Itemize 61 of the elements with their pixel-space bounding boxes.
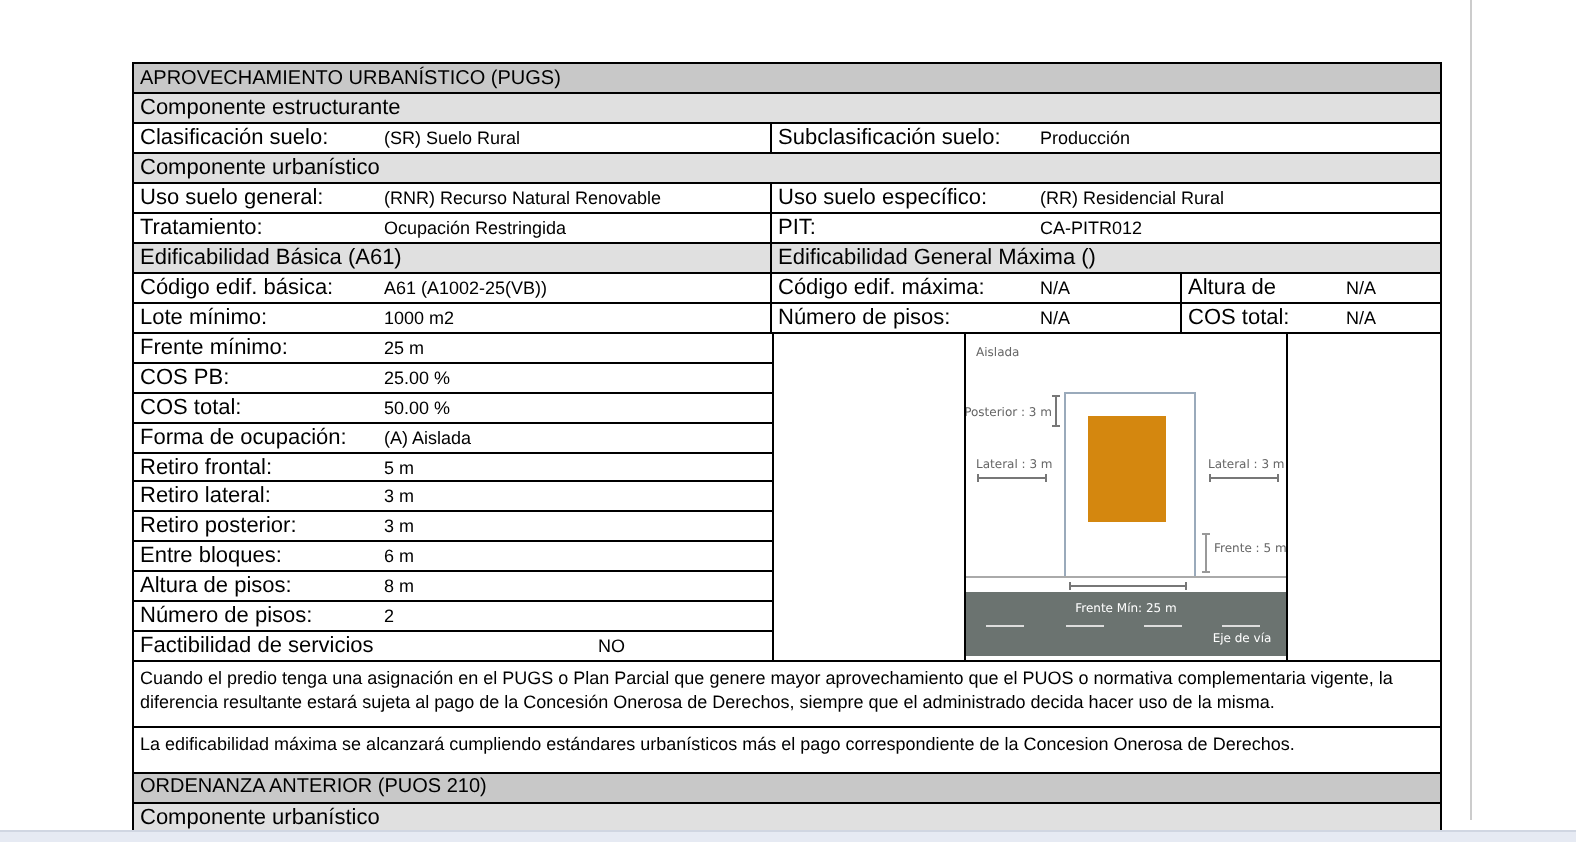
field-label: Altura de <box>1188 276 1277 300</box>
field-label: Número de pisos: <box>140 603 313 628</box>
note-text: Cuando el predio tenga una asignación en el PUGS o Plan Parcial que genere mayor aprovechamiento que el PUOS o normativa complementaria vigente, la diferencia resultante estará sujeta al pago de la Concesión Onerosa de Derechos, siempre que el administrado decida hacer uso de la misma. <box>140 665 1395 714</box>
section-heading: Componente urbanístico <box>140 805 380 830</box>
field-value: (RR) Residencial Rural <box>1040 188 1225 208</box>
field-label: Tratamiento: <box>140 216 263 240</box>
field-value: Producción <box>1040 128 1131 148</box>
field-value: CA-PITR012 <box>1040 218 1143 238</box>
dimension-line <box>1201 533 1211 574</box>
field-value: 5 m <box>384 457 415 477</box>
field-label: Código edif. máxima: <box>778 276 985 300</box>
field-value: N/A <box>1346 308 1377 328</box>
field-value: 2 <box>384 605 395 626</box>
section-title: ORDENANZA ANTERIOR (PUOS 210) <box>140 776 487 799</box>
field-label: Forma de ocupación: <box>140 425 347 450</box>
field-value: 50.00 % <box>384 397 451 418</box>
field-label: PIT: <box>778 216 816 240</box>
section-heading: Edificabilidad Básica (A61) <box>140 246 402 270</box>
section-heading: Componente estructurante <box>140 96 401 120</box>
field-value: 25 m <box>384 337 425 358</box>
field-label: Factibilidad de servicios <box>140 633 374 658</box>
note-text: La edificabilidad máxima se alcanzará cumpliendo estándares urbanísticos más el pago correspondiente de la Concesion Onerosa de Derechos. <box>140 731 1297 756</box>
field-label: COS total: <box>1188 306 1290 330</box>
field-label: COS total: <box>140 395 242 420</box>
field-label: Uso suelo específico: <box>778 186 988 210</box>
field-value: NO <box>598 635 625 656</box>
field-label: Frente mínimo: <box>140 335 288 360</box>
dimension-line <box>1051 395 1061 428</box>
building-footprint <box>1088 416 1166 523</box>
field-label: Retiro lateral: <box>140 484 271 509</box>
field-label: Clasificación suelo: <box>140 126 329 150</box>
field-value: 3 m <box>384 486 415 507</box>
field-label: Número de pisos: <box>778 306 951 330</box>
dimension-line <box>1069 581 1187 592</box>
field-value: (RNR) Recurso Natural Renovable <box>384 188 662 208</box>
field-label: Subclasificación suelo: <box>778 126 1001 150</box>
field-value: N/A <box>1346 278 1377 298</box>
field-label: Uso suelo general: <box>140 186 324 210</box>
field-value: A61 (A1002-25(VB)) <box>384 278 548 298</box>
field-value: (SR) Suelo Rural <box>384 128 521 148</box>
field-value: N/A <box>1040 308 1071 328</box>
field-label: Altura de pisos: <box>140 574 292 599</box>
field-label: COS PB: <box>140 365 230 390</box>
field-label: Retiro posterior: <box>140 514 297 539</box>
section-heading: Edificabilidad General Máxima () <box>778 246 1096 270</box>
dimension-line <box>977 473 1047 484</box>
section-heading: Componente urbanístico <box>140 156 380 180</box>
field-label: Código edif. básica: <box>140 276 334 300</box>
field-value: (A) Aislada <box>384 427 472 448</box>
field-value: 25.00 % <box>384 367 451 388</box>
field-value: 1000 m2 <box>384 308 455 328</box>
field-label: Retiro frontal: <box>140 455 273 479</box>
dimension-line <box>1209 473 1279 484</box>
field-value: 6 m <box>384 546 415 567</box>
field-label: Lote mínimo: <box>140 306 268 330</box>
field-value: N/A <box>1040 278 1071 298</box>
field-value: Ocupación Restringida <box>384 218 567 238</box>
field-value: 3 m <box>384 516 415 537</box>
field-label: Entre bloques: <box>140 544 282 569</box>
field-value: 8 m <box>384 576 415 597</box>
section-title: APROVECHAMIENTO URBANÍSTICO (PUGS) <box>140 67 561 89</box>
